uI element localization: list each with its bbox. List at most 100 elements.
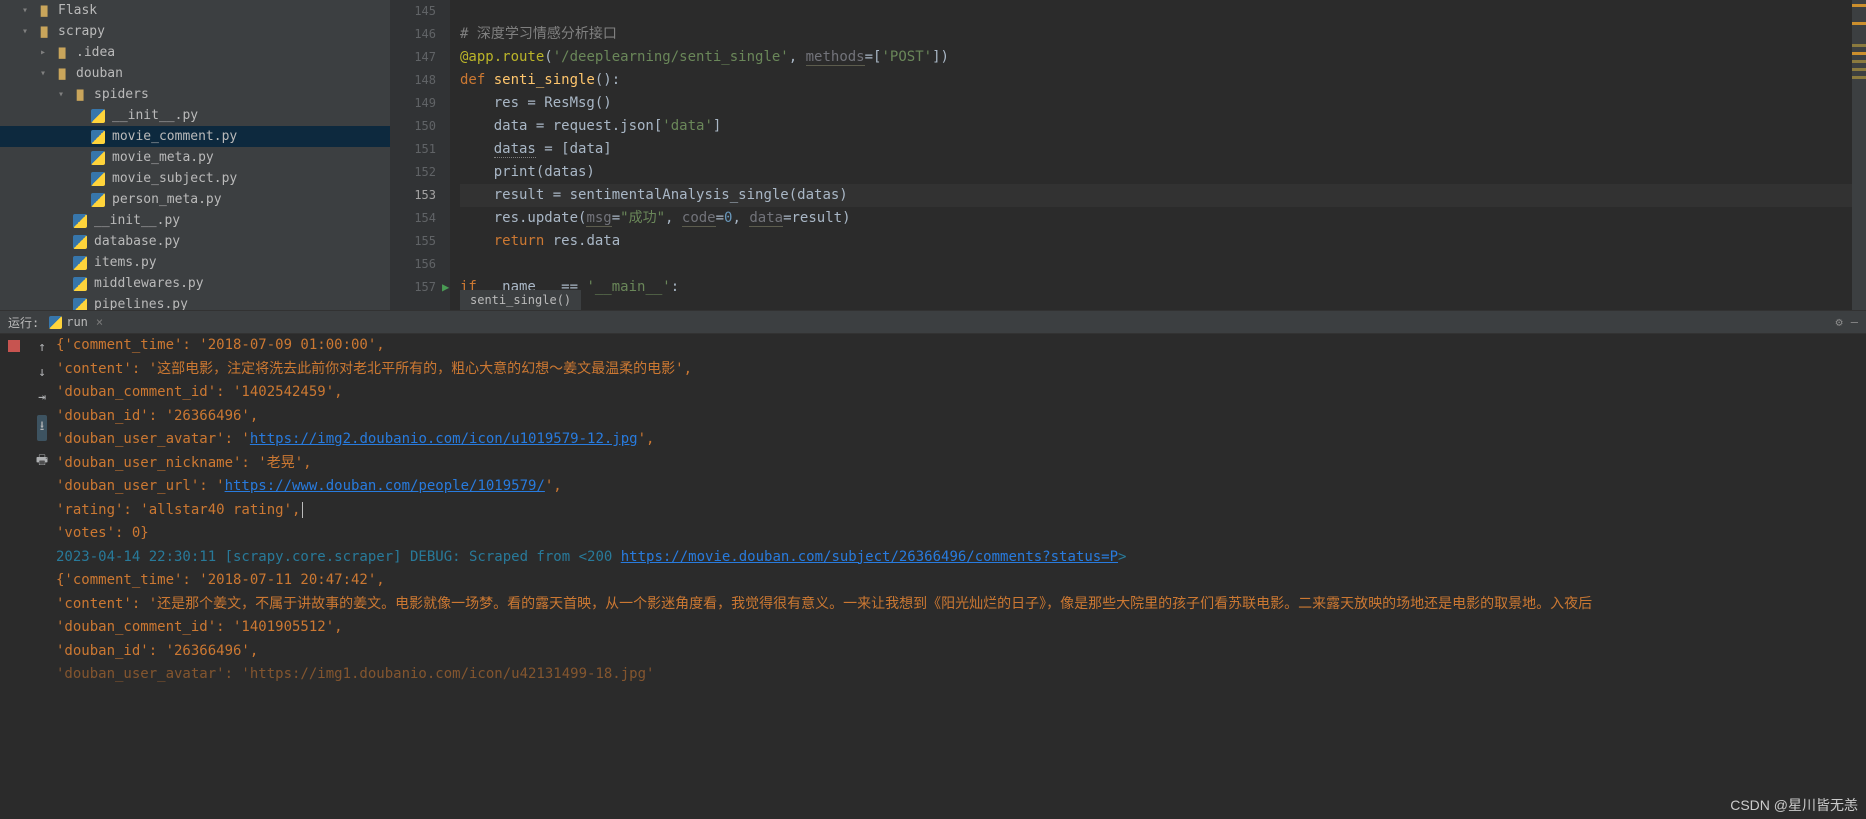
python-file-icon (72, 234, 88, 250)
tree-item-label: spiders (94, 87, 149, 102)
python-file-icon (90, 108, 106, 124)
chevron-right-icon[interactable]: ▸ (40, 47, 50, 58)
tree-item-label: __init__.py (112, 108, 198, 123)
line-number: 152 (390, 161, 436, 184)
code-area[interactable]: # 深度学习情感分析接口@app.route('/deeplearning/se… (450, 0, 1866, 310)
tree-item-label: middlewares.py (94, 276, 204, 291)
console-line: 'douban_id': '26366496', (56, 640, 1866, 664)
chevron-down-icon[interactable]: ▾ (58, 89, 68, 100)
python-file-icon (90, 171, 106, 187)
console-line: 'douban_user_avatar': 'https://img2.doub… (56, 428, 1866, 452)
folder-icon: ▇ (36, 3, 52, 19)
console-line: 'douban_comment_id': '1402542459', (56, 381, 1866, 405)
chevron-down-icon[interactable]: ▾ (22, 26, 32, 37)
run-tab-label: run (66, 315, 88, 329)
run-tab[interactable]: run × (49, 315, 103, 329)
gear-icon[interactable]: ⚙ (1836, 315, 1843, 329)
project-tree[interactable]: ▾▇Flask▾▇scrapy▸▇.idea▾▇douban▾▇spiders▸… (0, 0, 390, 310)
console-line: 'rating': 'allstar40 rating', (56, 499, 1866, 523)
folder-icon: ▇ (54, 45, 70, 61)
line-number: 146 (390, 23, 436, 46)
run-toolbar-2: ↑ ↓ ⇥ ⭳ 🖶 (28, 334, 56, 819)
tree-file[interactable]: ▸movie_meta.py (0, 147, 390, 168)
print-icon[interactable]: 🖶 (36, 451, 48, 473)
code-editor[interactable]: 145146147148149150151152153154155156157 … (390, 0, 1866, 310)
run-panel-header: 运行: run × ⚙ — (0, 310, 1866, 334)
tree-folder[interactable]: ▾▇spiders (0, 84, 390, 105)
console-line: {'comment_time': '2018-07-09 01:00:00', (56, 334, 1866, 358)
python-file-icon (72, 297, 88, 311)
run-toolbar-left (0, 334, 28, 819)
tree-file[interactable]: ▸database.py (0, 231, 390, 252)
line-number: 145 (390, 0, 436, 23)
editor-scrollbar[interactable] (1852, 0, 1866, 310)
code-line[interactable] (460, 0, 1866, 23)
code-line[interactable]: result = sentimentalAnalysis_single(data… (460, 184, 1866, 207)
code-line[interactable]: datas = [data] (460, 138, 1866, 161)
folder-icon: ▇ (54, 66, 70, 82)
code-line[interactable]: data = request.json['data'] (460, 115, 1866, 138)
tree-item-label: .idea (76, 45, 115, 60)
tree-file[interactable]: ▸movie_comment.py (0, 126, 390, 147)
down-arrow-icon[interactable]: ↓ (38, 365, 46, 380)
tree-file[interactable]: ▸items.py (0, 252, 390, 273)
close-icon[interactable]: × (96, 315, 103, 329)
console-line: 'douban_user_avatar': 'https://img1.doub… (56, 663, 1866, 687)
console-output[interactable]: {'comment_time': '2018-07-09 01:00:00', … (56, 334, 1866, 819)
minimize-icon[interactable]: — (1851, 315, 1858, 329)
line-number: 153 (390, 184, 436, 207)
tree-file[interactable]: ▸movie_subject.py (0, 168, 390, 189)
breadcrumb-label: senti_single() (470, 293, 571, 307)
chevron-down-icon[interactable]: ▾ (40, 68, 50, 79)
console-line: 'douban_user_nickname': '老晃', (56, 452, 1866, 476)
code-line[interactable]: return res.data (460, 230, 1866, 253)
console-line: 'douban_id': '26366496', (56, 405, 1866, 429)
tree-item-label: movie_comment.py (112, 129, 237, 144)
breadcrumb[interactable]: senti_single() (460, 290, 581, 310)
url-link[interactable]: https://img2.doubanio.com/icon/u1019579-… (250, 431, 638, 447)
line-number: 154 (390, 207, 436, 230)
code-line[interactable]: res.update(msg="成功", code=0, data=result… (460, 207, 1866, 230)
code-line[interactable]: print(datas) (460, 161, 1866, 184)
tree-item-label: person_meta.py (112, 192, 222, 207)
url-link[interactable]: https://movie.douban.com/subject/2636649… (621, 549, 1118, 565)
stop-button[interactable] (8, 340, 20, 352)
tree-item-label: movie_subject.py (112, 171, 237, 186)
run-panel-title: 运行: (8, 314, 39, 331)
code-line[interactable]: if __name__ == '__main__': (460, 276, 1866, 299)
tree-item-label: pipelines.py (94, 297, 188, 310)
console-line: 'douban_comment_id': '1401905512', (56, 616, 1866, 640)
tree-item-label: douban (76, 66, 123, 81)
console-line: 2023-04-14 22:30:11 [scrapy.core.scraper… (56, 546, 1866, 570)
url-link[interactable]: https://www.douban.com/people/1019579/ (225, 478, 545, 494)
code-line[interactable]: # 深度学习情感分析接口 (460, 23, 1866, 46)
python-file-icon (90, 150, 106, 166)
tree-folder[interactable]: ▾▇scrapy (0, 21, 390, 42)
chevron-down-icon[interactable]: ▾ (22, 5, 32, 16)
up-arrow-icon[interactable]: ↑ (38, 340, 46, 355)
console-line: 'votes': 0} (56, 522, 1866, 546)
tree-folder[interactable]: ▾ ▇ douban (0, 63, 390, 84)
tree-file[interactable]: ▸__init__.py (0, 210, 390, 231)
python-file-icon (72, 276, 88, 292)
python-icon (49, 316, 62, 329)
scroll-to-end-icon[interactable]: ⭳ (37, 415, 48, 441)
code-line[interactable]: @app.route('/deeplearning/senti_single',… (460, 46, 1866, 69)
line-number: 148 (390, 69, 436, 92)
tree-file[interactable]: ▸__init__.py (0, 105, 390, 126)
line-number: 155 (390, 230, 436, 253)
tree-folder[interactable]: ▾▇Flask (0, 0, 390, 21)
code-line[interactable]: res = ResMsg() (460, 92, 1866, 115)
line-number-gutter: 145146147148149150151152153154155156157 … (390, 0, 450, 310)
wrap-icon[interactable]: ⇥ (38, 390, 46, 405)
code-line[interactable] (460, 253, 1866, 276)
watermark: CSDN @星川皆无恙 (1730, 795, 1858, 815)
tree-file[interactable]: ▸pipelines.py (0, 294, 390, 310)
tree-file[interactable]: ▸middlewares.py (0, 273, 390, 294)
tree-folder[interactable]: ▸ ▇ .idea (0, 42, 390, 63)
tree-item-label: items.py (94, 255, 157, 270)
code-line[interactable]: def senti_single(): (460, 69, 1866, 92)
tree-file[interactable]: ▸person_meta.py (0, 189, 390, 210)
python-file-icon (90, 192, 106, 208)
tree-item-label: __init__.py (94, 213, 180, 228)
